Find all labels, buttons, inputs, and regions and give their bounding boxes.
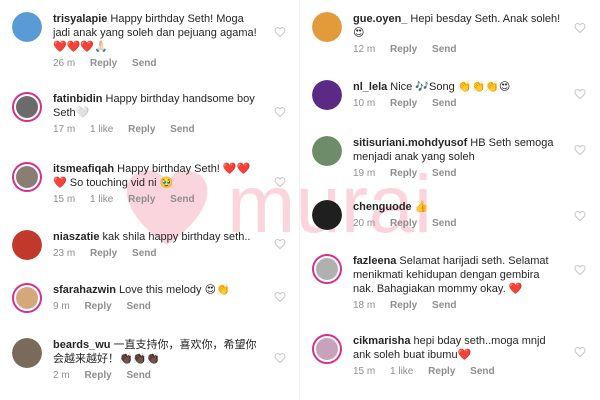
reply-button[interactable]: Reply xyxy=(128,124,155,135)
send-button[interactable]: Send xyxy=(432,300,456,311)
avatar[interactable] xyxy=(312,12,342,42)
reply-button[interactable]: Reply xyxy=(90,58,117,69)
send-button[interactable]: Send xyxy=(432,44,456,55)
comment-time: 26 m xyxy=(53,58,76,69)
avatar[interactable] xyxy=(312,254,342,284)
send-button[interactable]: Send xyxy=(470,366,494,377)
comment-time: 2 m xyxy=(53,370,70,381)
avatar[interactable] xyxy=(12,283,42,313)
comment-time: 23 m xyxy=(53,248,76,259)
like-heart-icon[interactable] xyxy=(574,88,586,100)
reply-button[interactable]: Reply xyxy=(390,44,417,55)
comment-username[interactable]: trisyalapie xyxy=(53,13,107,25)
avatar[interactable] xyxy=(12,12,42,42)
send-button[interactable]: Send xyxy=(126,301,150,312)
comments-column-left: trisyalapie Happy birthday Seth! Moga jad… xyxy=(0,0,300,400)
comment-text: 👍 xyxy=(414,201,429,213)
comment-time: 12 m xyxy=(353,44,376,55)
avatar[interactable] xyxy=(312,334,342,364)
comment-username[interactable]: cikmarisha xyxy=(353,335,410,347)
avatar[interactable] xyxy=(312,80,342,110)
comment-text: Love this melody 😍👏 xyxy=(118,284,230,296)
send-button[interactable]: Send xyxy=(170,124,194,135)
like-heart-icon[interactable] xyxy=(274,291,286,303)
reply-button[interactable]: Reply xyxy=(84,301,111,312)
comment-username[interactable]: nl_lela xyxy=(353,81,387,93)
reply-button[interactable]: Reply xyxy=(390,168,417,179)
like-heart-icon[interactable] xyxy=(574,210,586,222)
like-heart-icon[interactable] xyxy=(574,264,586,276)
comment-time: 17 m xyxy=(53,124,76,135)
send-button[interactable]: Send xyxy=(132,248,156,259)
comment-time: 15 m xyxy=(353,366,376,377)
send-button[interactable]: Send xyxy=(432,218,456,229)
send-button[interactable]: Send xyxy=(432,168,456,179)
reply-button[interactable]: Reply xyxy=(390,98,417,109)
comments-column-right: gue.oyen_ Hepi besday Seth. Anak soleh! 😍… xyxy=(300,0,600,400)
like-heart-icon[interactable] xyxy=(574,144,586,156)
like-heart-icon[interactable] xyxy=(274,176,286,188)
reply-button[interactable]: Reply xyxy=(90,248,117,259)
reply-button[interactable]: Reply xyxy=(390,300,417,311)
like-heart-icon[interactable] xyxy=(274,352,286,364)
comment-username[interactable]: fazleena xyxy=(353,255,396,267)
comment-time: 20 m xyxy=(353,218,376,229)
comment-likes[interactable]: 1 like xyxy=(90,194,113,205)
avatar[interactable] xyxy=(12,230,42,260)
comment-likes[interactable]: 1 like xyxy=(390,366,413,377)
like-heart-icon[interactable] xyxy=(574,346,586,358)
reply-button[interactable]: Reply xyxy=(390,218,417,229)
avatar[interactable] xyxy=(12,338,42,368)
reply-button[interactable]: Reply xyxy=(84,370,111,381)
comment-text: Nice 🎶Song 👏👏👏😍 xyxy=(390,81,511,93)
comment-time: 19 m xyxy=(353,168,376,179)
like-heart-icon[interactable] xyxy=(274,106,286,118)
send-button[interactable]: Send xyxy=(132,58,156,69)
comment-username[interactable]: sitisuriani.mohdyusof xyxy=(353,137,467,149)
comment-text: kak shila happy birthday seth.. xyxy=(102,231,251,243)
comment-username[interactable]: beards_wu xyxy=(53,339,110,351)
comment-username[interactable]: niaszatie xyxy=(53,231,99,243)
avatar[interactable] xyxy=(312,200,342,230)
comment-username[interactable]: sfarahazwin xyxy=(53,284,116,296)
send-button[interactable]: Send xyxy=(432,98,456,109)
avatar[interactable] xyxy=(12,162,42,192)
reply-button[interactable]: Reply xyxy=(428,366,455,377)
comment-time: 18 m xyxy=(353,300,376,311)
comment-username[interactable]: itsmeafiqah xyxy=(53,163,114,175)
like-heart-icon[interactable] xyxy=(274,26,286,38)
avatar[interactable] xyxy=(12,92,42,122)
like-heart-icon[interactable] xyxy=(274,238,286,250)
comment-username[interactable]: gue.oyen_ xyxy=(353,13,407,25)
comment-username[interactable]: chenguode xyxy=(353,201,412,213)
comment-time: 10 m xyxy=(353,98,376,109)
like-heart-icon[interactable] xyxy=(574,22,586,34)
comment-username[interactable]: fatinbidin xyxy=(53,93,103,105)
comment-time: 9 m xyxy=(53,301,70,312)
send-button[interactable]: Send xyxy=(170,194,194,205)
send-button[interactable]: Send xyxy=(126,370,150,381)
avatar[interactable] xyxy=(312,136,342,166)
comment-likes[interactable]: 1 like xyxy=(90,124,113,135)
reply-button[interactable]: Reply xyxy=(128,194,155,205)
comment-time: 15 m xyxy=(53,194,76,205)
